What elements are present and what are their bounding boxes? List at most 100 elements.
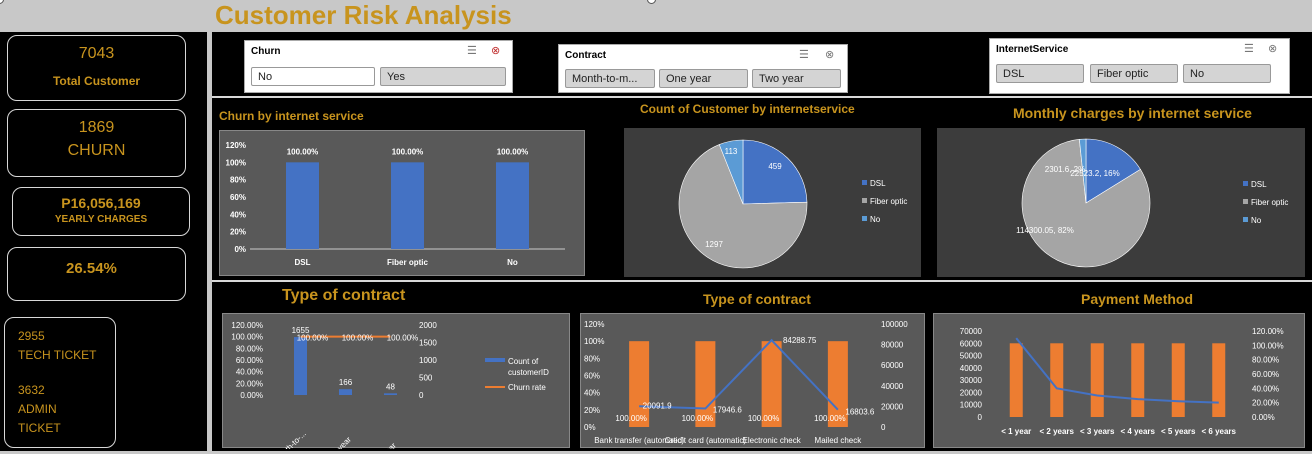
data-label: 113: [725, 147, 738, 156]
data-label: 166: [339, 378, 353, 387]
data-label: 84288.75: [783, 336, 817, 345]
data-label: 459: [768, 162, 782, 171]
churn-slicer: Churn ☰ ⊗ No Yes: [244, 40, 513, 93]
internet-slicer-item-dsl[interactable]: DSL: [996, 64, 1084, 83]
chart-title-churn: Churn by internet service: [219, 109, 364, 123]
churn-value: 1869: [78, 119, 115, 136]
y2-tick-label: 20000: [881, 402, 904, 411]
y-tick-label: 20000: [960, 388, 983, 397]
data-label: 2301.6, 2%: [1045, 165, 1085, 174]
contract-slicer-item-one-year[interactable]: One year: [659, 69, 748, 88]
clear-filter-icon[interactable]: ⊗: [825, 48, 834, 61]
x-tick-label: Credit card (automatic): [665, 436, 747, 445]
legend-label: No: [870, 215, 881, 224]
y-tick-label: 40%: [230, 210, 246, 219]
x-tick-label: Month-to-...: [273, 429, 308, 449]
y-tick-label: 80%: [230, 176, 246, 185]
y2-tick-label: 1500: [419, 339, 437, 348]
internet-slicer: InternetService ☰ ⊗ DSL Fiber optic No: [989, 38, 1290, 94]
bar: [384, 393, 397, 395]
bar: [391, 162, 424, 249]
y2-tick-label: 80000: [881, 341, 904, 350]
x-tick-label: < 3 years: [1080, 427, 1115, 436]
y2-tick-label: 60000: [881, 361, 904, 370]
y2-tick-label: 20.00%: [1252, 399, 1279, 408]
data-label: 100.00%: [748, 414, 780, 423]
y-tick-label: 20%: [230, 228, 246, 237]
chart-title-contract-1: Type of contract: [282, 287, 406, 304]
contract-slicer: Contract ☰ ⊗ Month-to-m... One year Two …: [558, 44, 848, 93]
data-label: 100.00%: [392, 147, 424, 156]
monthly-pie-chart: 22523.2, 16% 114300.05, 82% 2301.6, 2% DSL F…: [937, 128, 1305, 277]
legend-label: Fiber optic: [1251, 198, 1288, 207]
x-tick-label: < 1 year: [1001, 427, 1031, 436]
internet-slicer-item-no[interactable]: No: [1183, 64, 1271, 83]
contract-slicer-header: Contract: [565, 50, 607, 61]
data-label: 100.00%: [297, 334, 329, 343]
tech-ticket-value: 2955: [18, 329, 45, 343]
count-pie-chart: 459 1297 113 DSL Fiber optic No: [624, 128, 921, 277]
data-label: 100.00%: [387, 334, 419, 343]
y-tick-label: 60%: [584, 372, 600, 381]
x-tick-label: Fiber optic: [387, 258, 428, 267]
y-tick-label: 60000: [960, 339, 983, 348]
tickets-card: 2955 TECH TICKET 3632 ADMIN TICKET: [4, 317, 116, 448]
legend-label: Fiber optic: [870, 197, 907, 206]
y-tick-label: 70000: [960, 327, 983, 336]
y-tick-label: 120%: [226, 141, 246, 150]
data-label: 100.00%: [342, 334, 374, 343]
bar: [339, 389, 352, 395]
legend-label: No: [1251, 216, 1262, 225]
x-tick-label: < 4 years: [1121, 427, 1156, 436]
chart-title-monthly: Monthly charges by internet service: [1013, 105, 1252, 121]
multi-select-icon[interactable]: ☰: [467, 44, 477, 57]
legend-marker: [862, 216, 867, 221]
multi-select-icon[interactable]: ☰: [799, 48, 809, 61]
clear-filter-icon[interactable]: ⊗: [491, 44, 500, 57]
pie-slice: [742, 139, 808, 205]
y-tick-label: 0%: [584, 423, 596, 432]
y-tick-label: 40%: [584, 389, 600, 398]
y-tick-label: 60.00%: [236, 356, 263, 365]
churn-rate-value: 26.54%: [66, 260, 117, 277]
y-tick-label: 30000: [960, 376, 983, 385]
legend-marker: [862, 180, 867, 185]
churn-slicer-item-no[interactable]: No: [251, 67, 375, 86]
bar: [1212, 343, 1226, 417]
chart-title-payment: Payment Method: [1081, 291, 1194, 307]
churn-card: 1869 CHURN: [7, 109, 186, 177]
sidebar: 7043 Total Customer 1869 CHURN P16,056,1…: [0, 32, 207, 451]
y2-tick-label: 60.00%: [1252, 370, 1279, 379]
x-tick-label: Two year: [369, 441, 399, 449]
multi-select-icon[interactable]: ☰: [1244, 42, 1254, 55]
y-tick-label: 0.00%: [240, 391, 263, 400]
data-label: 48: [386, 382, 395, 391]
churn-slicer-item-yes[interactable]: Yes: [380, 67, 506, 86]
section-divider: [212, 96, 1312, 98]
y-tick-label: 80%: [584, 354, 600, 363]
contract-slicer-item-two-year[interactable]: Two year: [752, 69, 841, 88]
line-series: [1015, 337, 1219, 404]
legend-marker: [1243, 217, 1248, 222]
y2-tick-label: 120.00%: [1252, 327, 1284, 336]
data-label: 17946.6: [713, 406, 742, 415]
clear-filter-icon[interactable]: ⊗: [1268, 42, 1277, 55]
bar: [1090, 343, 1104, 417]
data-label: 100.00%: [814, 414, 846, 423]
admin-ticket-label-1: ADMIN: [18, 402, 57, 416]
admin-ticket-label-2: TICKET: [18, 421, 61, 435]
line-series: [639, 338, 839, 411]
legend-marker: [862, 198, 867, 203]
contract-slicer-item-month[interactable]: Month-to-m...: [565, 69, 655, 88]
churn-bar-chart: 0% 20% 40% 60% 80% 100% 120% 100.00% DSL 100.00% F…: [219, 130, 585, 276]
data-label: 114300.05, 82%: [1016, 226, 1074, 235]
y2-tick-label: 1000: [419, 356, 437, 365]
bar: [1131, 343, 1145, 417]
y-tick-label: 100%: [226, 158, 246, 167]
legend-marker: [485, 358, 505, 362]
internet-slicer-item-fiber[interactable]: Fiber optic: [1090, 64, 1178, 83]
y2-tick-label: 500: [419, 374, 433, 383]
data-label: 1297: [705, 240, 723, 249]
payment-method-chart: 0 10000 20000 30000 40000 50000 60000 70000 0.00…: [933, 313, 1305, 448]
y2-tick-label: 100000: [881, 320, 908, 329]
